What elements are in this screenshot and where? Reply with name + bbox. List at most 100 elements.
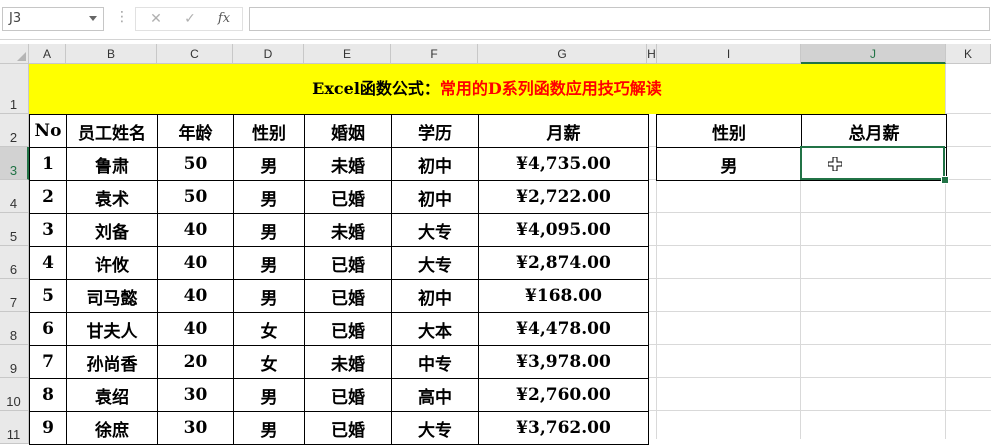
cell-education[interactable]: 初中 [391, 180, 479, 214]
criteria-header-total-salary[interactable]: 总月薪 [801, 114, 947, 148]
cell-age[interactable]: 40 [157, 246, 234, 280]
row-header-7[interactable]: 7 [0, 279, 29, 312]
cell-name[interactable]: 许攸 [66, 246, 158, 280]
header-education[interactable]: 学历 [391, 114, 479, 148]
header-marital[interactable]: 婚姻 [304, 114, 392, 148]
header-gender[interactable]: 性别 [233, 114, 305, 148]
cell-education[interactable]: 初中 [391, 279, 479, 313]
row-header-5[interactable]: 5 [0, 213, 29, 246]
more-vertical-icon[interactable]: ⋮ [115, 10, 129, 24]
row-header-9[interactable]: 9 [0, 345, 29, 378]
cell-age[interactable]: 20 [157, 345, 234, 379]
criteria-header-gender[interactable]: 性别 [656, 114, 802, 148]
cell-name[interactable]: 司马懿 [66, 279, 158, 313]
cell-name[interactable]: 鲁肃 [66, 147, 158, 181]
cancel-icon[interactable]: ✕ [146, 10, 166, 28]
header-no[interactable]: No [29, 114, 67, 148]
cell-education[interactable]: 大专 [391, 411, 479, 445]
select-all-button[interactable] [0, 44, 29, 64]
row-header-8[interactable]: 8 [0, 312, 29, 345]
cell-no[interactable]: 1 [29, 147, 67, 181]
cell-name[interactable]: 刘备 [66, 213, 158, 247]
cell-no[interactable]: 9 [29, 411, 67, 445]
cell-education[interactable]: 大本 [391, 312, 479, 346]
cell-age[interactable]: 40 [157, 213, 234, 247]
name-box[interactable]: J3 [2, 7, 104, 31]
active-cell-selection[interactable] [800, 146, 945, 180]
cell-marital[interactable]: 已婚 [304, 279, 392, 313]
cell-gender[interactable]: 女 [233, 345, 305, 379]
column-header-k[interactable]: K [946, 44, 991, 64]
cell-age[interactable]: 40 [157, 312, 234, 346]
cell-salary[interactable]: ¥4,095.00 [478, 213, 649, 247]
cell-no[interactable]: 7 [29, 345, 67, 379]
cell-education[interactable]: 大专 [391, 213, 479, 247]
cell-marital[interactable]: 未婚 [304, 147, 392, 181]
header-salary[interactable]: 月薪 [478, 114, 649, 148]
cell-salary[interactable]: ¥3,762.00 [478, 411, 649, 445]
cell-marital[interactable]: 未婚 [304, 345, 392, 379]
cell-no[interactable]: 3 [29, 213, 67, 247]
header-name[interactable]: 员工姓名 [66, 114, 158, 148]
cell-marital[interactable]: 已婚 [304, 411, 392, 445]
cell-no[interactable]: 2 [29, 180, 67, 214]
cell-no[interactable]: 5 [29, 279, 67, 313]
cell-gender[interactable]: 男 [233, 180, 305, 214]
column-header-e[interactable]: E [304, 44, 391, 64]
cell-name[interactable]: 徐庶 [66, 411, 158, 445]
cell-marital[interactable]: 已婚 [304, 378, 392, 412]
cell-age[interactable]: 50 [157, 147, 234, 181]
insert-function-icon[interactable]: fx [214, 10, 234, 28]
criteria-gender-value[interactable]: 男 [656, 147, 802, 181]
cell-gender[interactable]: 男 [233, 378, 305, 412]
row-header-2[interactable]: 2 [0, 114, 29, 147]
column-header-c[interactable]: C [157, 44, 233, 64]
column-header-g[interactable]: G [478, 44, 647, 64]
fill-handle[interactable] [941, 176, 949, 184]
cell-gender[interactable]: 男 [233, 147, 305, 181]
column-header-a[interactable]: A [29, 44, 66, 64]
cell-name[interactable]: 袁术 [66, 180, 158, 214]
cell-age[interactable]: 30 [157, 378, 234, 412]
cell-salary[interactable]: ¥2,874.00 [478, 246, 649, 280]
cell-marital[interactable]: 已婚 [304, 246, 392, 280]
cell-age[interactable]: 50 [157, 180, 234, 214]
cell-gender[interactable]: 男 [233, 279, 305, 313]
column-header-h[interactable]: H [647, 44, 657, 64]
cell-gender[interactable]: 男 [233, 213, 305, 247]
header-age[interactable]: 年龄 [157, 114, 234, 148]
row-header-6[interactable]: 6 [0, 246, 29, 279]
cell-salary[interactable]: ¥2,722.00 [478, 180, 649, 214]
column-header-b[interactable]: B [66, 44, 157, 64]
cell-education[interactable]: 大专 [391, 246, 479, 280]
cell-education[interactable]: 初中 [391, 147, 479, 181]
row-header-3[interactable]: 3 [0, 147, 29, 180]
cell-salary[interactable]: ¥168.00 [478, 279, 649, 313]
cell-salary[interactable]: ¥3,978.00 [478, 345, 649, 379]
cell-salary[interactable]: ¥4,478.00 [478, 312, 649, 346]
row-header-4[interactable]: 4 [0, 180, 29, 213]
cell-marital[interactable]: 未婚 [304, 213, 392, 247]
cell-age[interactable]: 30 [157, 411, 234, 445]
column-header-f[interactable]: F [391, 44, 478, 64]
sheet-title[interactable]: Excel函数公式：常用的D系列函数应用技巧解读 [29, 64, 945, 114]
cell-education[interactable]: 中专 [391, 345, 479, 379]
column-header-j[interactable]: J [801, 44, 946, 64]
cell-gender[interactable]: 男 [233, 411, 305, 445]
cell-no[interactable]: 4 [29, 246, 67, 280]
cell-marital[interactable]: 已婚 [304, 180, 392, 214]
cell-name[interactable]: 甘夫人 [66, 312, 158, 346]
cell-name[interactable]: 袁绍 [66, 378, 158, 412]
column-header-i[interactable]: I [657, 44, 801, 64]
cell-gender[interactable]: 女 [233, 312, 305, 346]
cell-salary[interactable]: ¥2,760.00 [478, 378, 649, 412]
chevron-down-icon[interactable] [89, 16, 97, 21]
row-header-10[interactable]: 10 [0, 378, 29, 411]
formula-input[interactable] [249, 7, 990, 31]
row-header-1[interactable]: 1 [0, 64, 29, 114]
cell-name[interactable]: 孙尚香 [66, 345, 158, 379]
cell-no[interactable]: 6 [29, 312, 67, 346]
cell-education[interactable]: 高中 [391, 378, 479, 412]
column-header-d[interactable]: D [233, 44, 304, 64]
row-header-11[interactable]: 11 [0, 411, 29, 444]
